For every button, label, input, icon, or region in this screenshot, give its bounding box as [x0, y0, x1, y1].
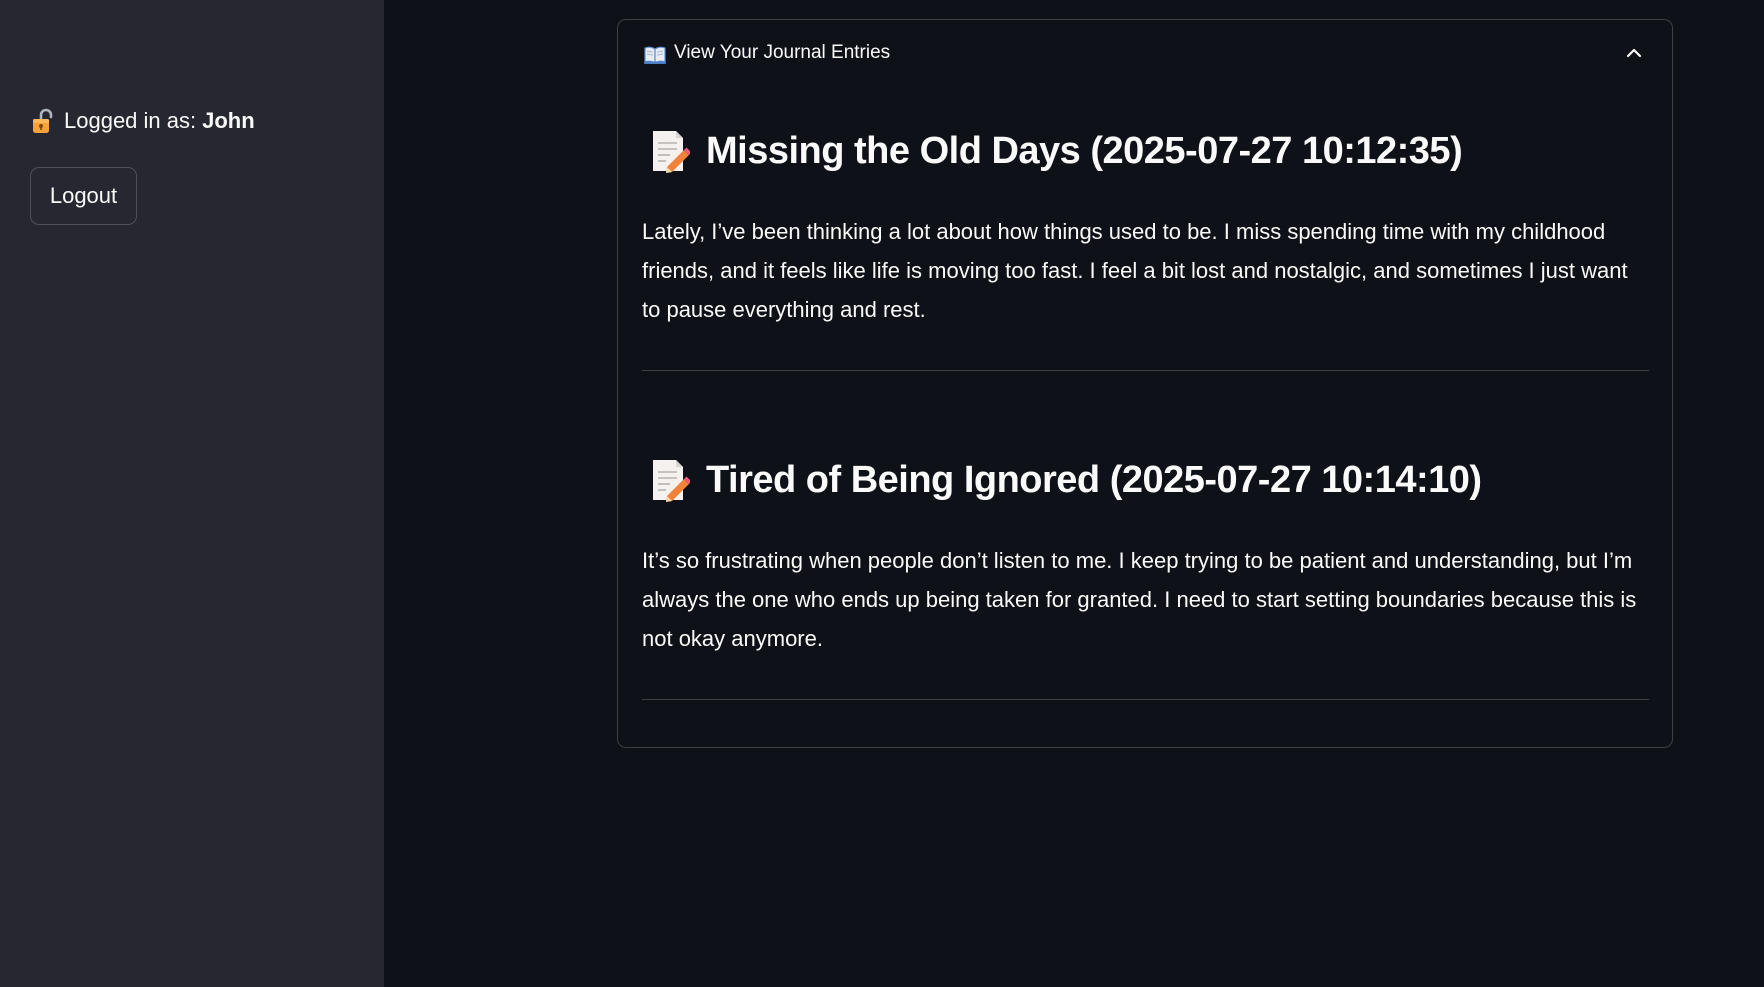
chevron-up-icon[interactable] — [1626, 46, 1642, 60]
memo-icon — [650, 129, 692, 173]
entry-heading: Missing the Old Days (2025-07-27 10:12:3… — [642, 106, 1649, 196]
memo-icon — [650, 458, 692, 502]
main-content: View Your Journal Entries Missing the Ol… — [384, 0, 1764, 987]
entry-divider — [642, 699, 1649, 700]
login-status: Logged in as: John — [32, 108, 255, 134]
entry-heading: Tired of Being Ignored (2025-07-27 10:14… — [642, 435, 1649, 525]
expander-header[interactable]: View Your Journal Entries — [618, 20, 1672, 90]
journal-entry: Missing the Old Days (2025-07-27 10:12:3… — [642, 106, 1649, 351]
entry-body: Lately, I’ve been thinking a lot about h… — [642, 219, 1628, 322]
sidebar: Logged in as: John Logout — [0, 0, 384, 987]
expander-title: View Your Journal Entries — [674, 42, 891, 63]
journal-entry: Tired of Being Ignored (2025-07-27 10:14… — [642, 435, 1649, 680]
login-username: John — [202, 108, 255, 133]
entry-divider — [642, 370, 1649, 371]
logout-button[interactable]: Logout — [30, 167, 137, 225]
app: Logged in as: John Logout View Your Jour… — [0, 0, 1764, 987]
entry-title: Tired of Being Ignored (2025-07-27 10:14… — [706, 458, 1482, 501]
journal-entries-expander: View Your Journal Entries Missing the Ol… — [617, 19, 1673, 748]
open-book-icon — [644, 46, 666, 65]
unlocked-lock-icon — [32, 108, 54, 134]
login-prefix: Logged in as: — [64, 108, 197, 133]
entry-title: Missing the Old Days (2025-07-27 10:12:3… — [706, 129, 1463, 172]
entry-body: It’s so frustrating when people don’t li… — [642, 548, 1637, 651]
